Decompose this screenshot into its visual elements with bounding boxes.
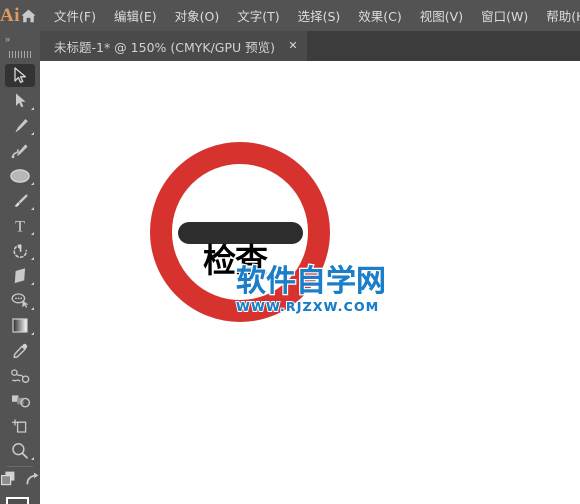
menu-item-list: 文件(F) 编辑(E) 对象(O) 文字(T) 选择(S) 效果(C) 视图(V… (45, 0, 580, 31)
menu-item-file[interactable]: 文件(F) (45, 0, 105, 31)
tool-ellipse[interactable] (0, 163, 40, 188)
fill-stroke-swatches (0, 495, 40, 504)
curvature-pen-icon (10, 142, 30, 160)
menu-item-effect[interactable]: 效果(C) (349, 0, 410, 31)
tool-flyout-indicator (31, 307, 34, 310)
tool-flyout-indicator (31, 132, 34, 135)
symbol-sprayer-icon (10, 393, 31, 409)
tool-selection[interactable] (0, 63, 40, 88)
tool-rotate[interactable] (0, 238, 40, 263)
tool-curvature[interactable] (0, 138, 40, 163)
tool-flyout-indicator (31, 457, 34, 460)
drag-handle-icon (9, 50, 31, 58)
tools-panel-bottom-row (0, 470, 40, 492)
tool-flyout-indicator (31, 182, 34, 185)
tool-eyedropper[interactable] (0, 338, 40, 363)
shaper-lasso-icon (10, 292, 30, 309)
tool-artboard[interactable] (0, 413, 40, 438)
stacked-squares-icon[interactable] (0, 470, 17, 492)
svg-text:T: T (15, 219, 25, 235)
chevron-double-right-icon: » (5, 33, 10, 44)
tools-panel-divider (7, 466, 33, 467)
menu-item-window[interactable]: 窗口(W) (472, 0, 537, 31)
eraser-icon (10, 267, 30, 284)
home-icon (20, 8, 37, 24)
tools-panel-expand-button[interactable]: » (0, 31, 40, 47)
tools-panel-drag-handle[interactable] (0, 47, 40, 61)
menu-item-object[interactable]: 对象(O) (166, 0, 229, 31)
ai-logo: Ai (0, 4, 20, 26)
tool-flyout-indicator (31, 332, 34, 335)
eyedropper-icon (11, 342, 30, 360)
pen-icon (11, 117, 30, 135)
fill-swatch[interactable] (6, 497, 29, 504)
document-tab[interactable]: 未标题-1* @ 150% (CMYK/GPU 预览) ✕ (40, 31, 308, 61)
tool-zoom[interactable] (0, 438, 40, 463)
tool-flyout-indicator (31, 232, 34, 235)
paintbrush-icon (11, 192, 30, 210)
ellipse-icon (9, 168, 31, 184)
selection-arrow-icon (13, 67, 28, 84)
tool-paintbrush[interactable] (0, 188, 40, 213)
illustrator-window: Ai 文件(F) 编辑(E) 对象(O) 文字(T) 选择(S) 效果(C) 视… (0, 0, 580, 504)
magnifier-icon (10, 442, 30, 460)
tools-panel: » T (0, 31, 40, 504)
tool-eraser[interactable] (0, 263, 40, 288)
tool-flyout-indicator (31, 282, 34, 285)
menu-bar: Ai 文件(F) 编辑(E) 对象(O) 文字(T) 选择(S) 效果(C) 视… (0, 0, 580, 31)
artboard-icon (11, 417, 30, 435)
tool-flyout-indicator (31, 207, 34, 210)
tool-blend[interactable] (0, 363, 40, 388)
watermark-brand: 软件自学网 (236, 264, 386, 299)
document-tab-bar: 未标题-1* @ 150% (CMYK/GPU 预览) ✕ (0, 31, 580, 61)
tool-flyout-indicator (31, 107, 34, 110)
menu-item-view[interactable]: 视图(V) (411, 0, 472, 31)
tool-shaper[interactable] (0, 288, 40, 313)
gradient-icon (11, 317, 29, 334)
tool-symbol-sprayer[interactable] (0, 388, 40, 413)
curved-arrow-icon[interactable] (24, 471, 40, 492)
direct-selection-icon (13, 92, 28, 109)
document-tab-title: 未标题-1* @ 150% (CMYK/GPU 预览) (54, 39, 276, 55)
home-button[interactable] (20, 0, 37, 31)
tool-flyout-indicator (31, 257, 34, 260)
type-t-icon: T (12, 217, 28, 235)
menu-item-type[interactable]: 文字(T) (228, 0, 288, 31)
watermark-url: WWW.RJZXW.COM (236, 299, 380, 314)
menu-item-help[interactable]: 帮助(H) (537, 0, 580, 31)
close-icon[interactable]: ✕ (287, 40, 299, 52)
artboard-canvas[interactable]: 检查 软件自学网 软件自学网 WWW.RJZXW.COM WWW.RJZXW.C… (40, 61, 580, 504)
tool-pen[interactable] (0, 113, 40, 138)
menu-item-select[interactable]: 选择(S) (289, 0, 350, 31)
tool-direct-selection[interactable] (0, 88, 40, 113)
tool-type[interactable]: T (0, 213, 40, 238)
menu-item-edit[interactable]: 编辑(E) (105, 0, 166, 31)
tool-gradient[interactable] (0, 313, 40, 338)
blend-icon (10, 368, 31, 384)
tool-list: T (0, 63, 40, 463)
watermark: 软件自学网 软件自学网 WWW.RJZXW.COM WWW.RJZXW.COM (235, 264, 388, 315)
rotate-icon (11, 242, 30, 260)
